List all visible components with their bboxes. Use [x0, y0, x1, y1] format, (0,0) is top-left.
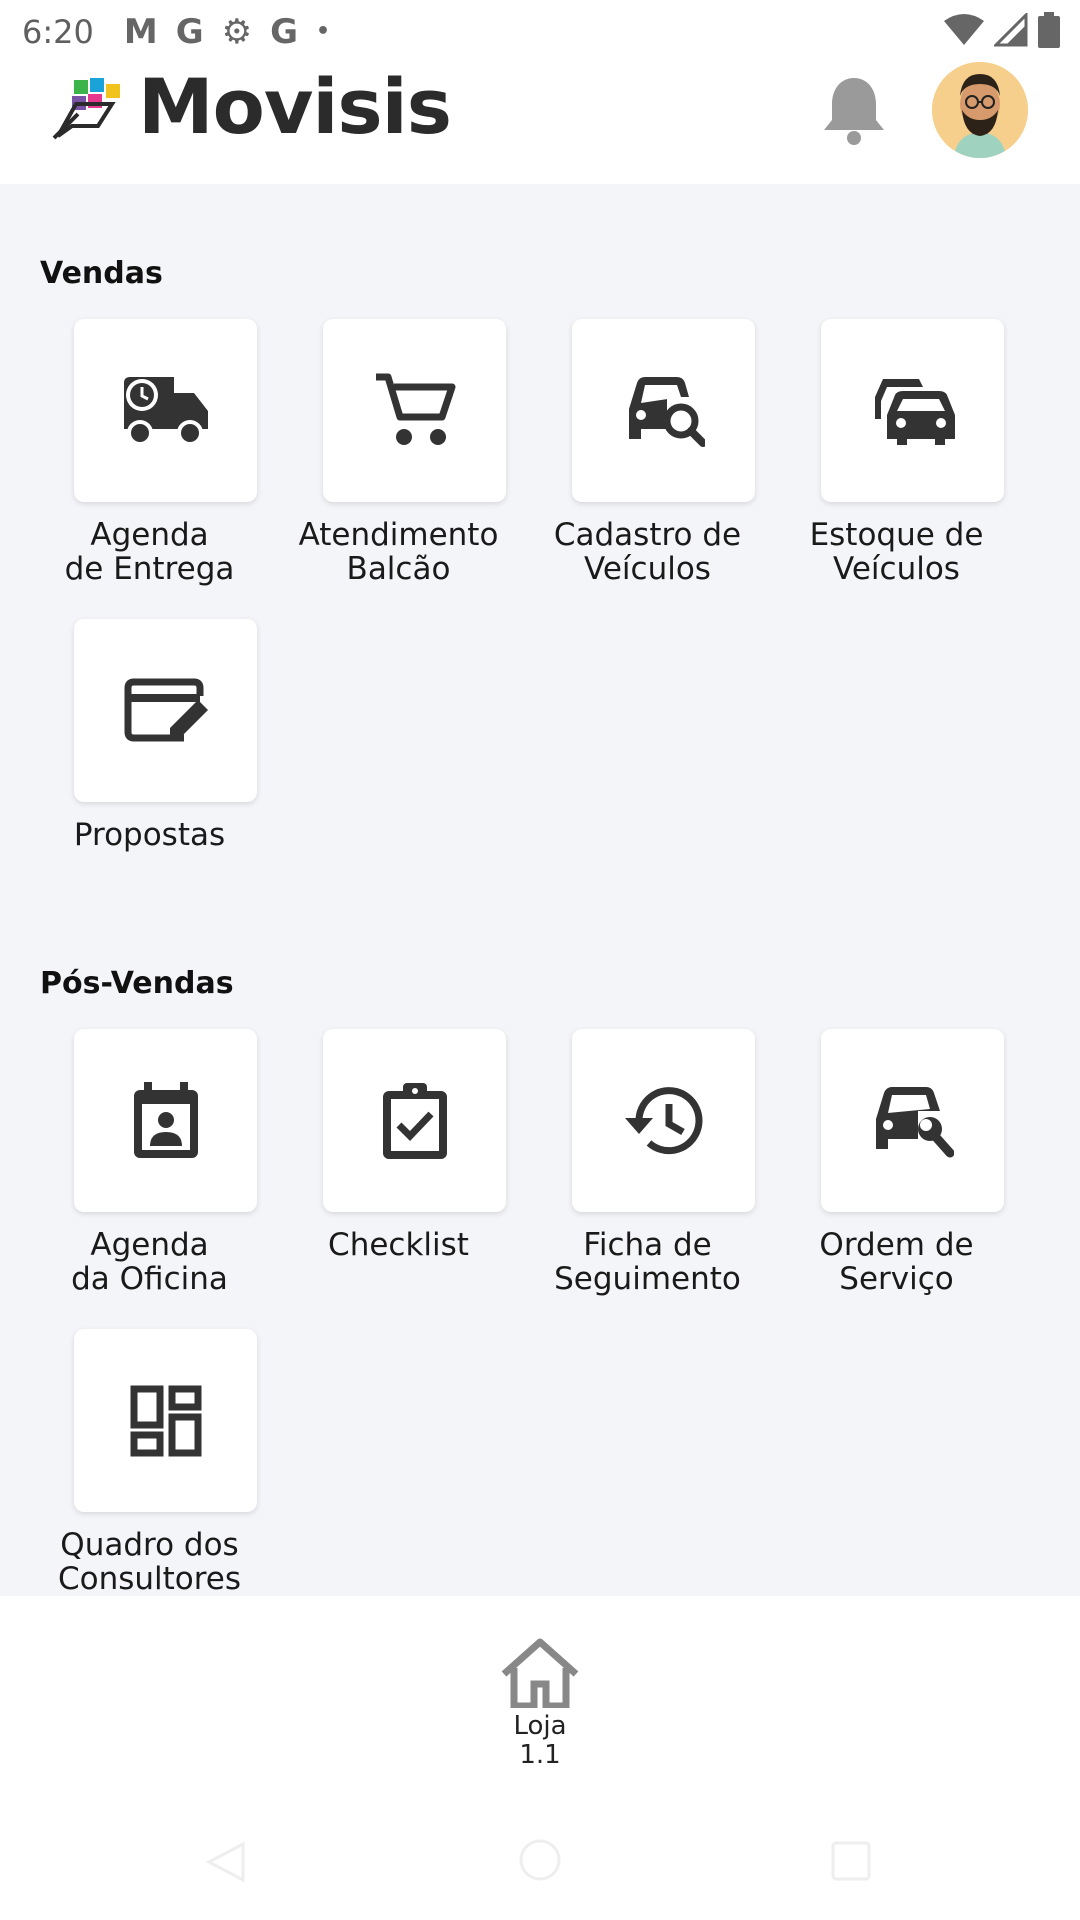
- card-edit-icon: [124, 678, 208, 741]
- tile-icon-box[interactable]: [74, 1329, 257, 1512]
- back-icon[interactable]: [205, 1840, 245, 1884]
- tile-label: Atendimento Balcão: [258, 518, 539, 586]
- tile-icon-box[interactable]: [821, 319, 1004, 502]
- signal-icon: [994, 13, 1028, 47]
- tile-icon-box[interactable]: [74, 319, 257, 502]
- settings-icon: ⚙: [221, 12, 253, 52]
- clipboard-check-icon: [382, 1082, 447, 1159]
- wifi-icon: [944, 14, 984, 45]
- tile-icon-box[interactable]: [74, 619, 257, 802]
- tile-icon-box[interactable]: [74, 1029, 257, 1212]
- tile-agenda-entrega[interactable]: Agenda de Entrega: [25, 319, 275, 586]
- app-logo: Movisis: [52, 62, 452, 151]
- tile-label-line1: Atendimento: [298, 517, 499, 553]
- tile-label-line2: Seguimento: [554, 1261, 741, 1297]
- notifications-button[interactable]: [820, 74, 888, 150]
- movisis-logo-icon: [52, 77, 120, 139]
- google-icon: G: [270, 12, 299, 52]
- tile-icon-box[interactable]: [821, 1029, 1004, 1212]
- tile-icon-box[interactable]: [323, 1029, 506, 1212]
- tile-quadro-consultores[interactable]: Quadro dos Consultores: [25, 1329, 275, 1596]
- tile-icon-box[interactable]: [323, 319, 506, 502]
- tile-label: Ficha de Seguimento: [507, 1228, 788, 1296]
- tile-label: Quadro dos Consultores: [9, 1528, 290, 1596]
- tile-checklist[interactable]: Checklist: [274, 1029, 524, 1262]
- google-icon: G: [175, 12, 204, 52]
- history-icon: [624, 1086, 702, 1154]
- user-avatar[interactable]: [932, 62, 1028, 158]
- tile-label: Agenda de Entrega: [9, 518, 290, 586]
- cars-stack-icon: [874, 378, 955, 445]
- status-bar: 6:20 M G ⚙ G •: [0, 0, 1080, 64]
- tile-label: Ordem de Serviço: [756, 1228, 1037, 1296]
- tile-label-line2: Consultores: [57, 1561, 242, 1596]
- tile-label-line2: da Oficina: [71, 1261, 228, 1297]
- tile-label: Propostas: [9, 818, 290, 852]
- tile-icon-box[interactable]: [572, 1029, 755, 1212]
- tile-estoque-veiculos[interactable]: Estoque de Veículos: [772, 319, 1022, 586]
- tile-label: Cadastro de Veículos: [507, 518, 788, 586]
- nav-home-label-line1: Loja: [513, 1711, 567, 1741]
- tile-agenda-oficina[interactable]: Agenda da Oficina: [25, 1029, 275, 1296]
- home-circle-icon[interactable]: [518, 1838, 562, 1882]
- home-icon: [501, 1638, 579, 1710]
- tile-label-line1: Checklist: [328, 1227, 469, 1263]
- tile-label-line2: Veículos: [833, 551, 960, 587]
- more-dot-icon: •: [316, 19, 331, 44]
- tile-label-line2: de Entrega: [64, 551, 235, 587]
- app-header: Movisis: [0, 56, 1080, 184]
- delivery-truck-icon: [123, 376, 208, 446]
- system-status-icons: [944, 12, 1060, 48]
- gmail-icon: M: [123, 12, 158, 52]
- section-title-vendas: Vendas: [40, 256, 163, 291]
- app-name: Movisis: [138, 62, 452, 151]
- system-navigation-bar: [0, 1816, 1080, 1920]
- car-wrench-icon: [875, 1086, 954, 1157]
- status-time: 6:20: [22, 13, 94, 51]
- avatar-image: [932, 62, 1028, 158]
- tile-label-line2: Veículos: [584, 551, 711, 587]
- recents-icon[interactable]: [830, 1840, 872, 1882]
- tile-label-line1: Propostas: [73, 817, 226, 853]
- tile-label: Estoque de Veículos: [756, 518, 1037, 586]
- notification-icons: M G ⚙ G •: [124, 15, 330, 49]
- bottom-nav: Loja 1.1: [0, 1596, 1080, 1816]
- tile-label-line1: Cadastro de: [553, 517, 742, 553]
- calendar-person-icon: [133, 1081, 198, 1158]
- tile-label-line1: Agenda: [90, 517, 209, 553]
- tile-icon-box[interactable]: [572, 319, 755, 502]
- section-title-pos-vendas: Pós-Vendas: [40, 966, 234, 1001]
- bell-icon: [824, 78, 884, 145]
- nav-home-label-line2: 1.1: [519, 1740, 561, 1770]
- tile-label-line2: Balcão: [346, 551, 451, 587]
- tile-label-line1: Ficha de: [583, 1227, 712, 1263]
- tile-label-line1: Agenda: [90, 1227, 209, 1263]
- shopping-cart-icon: [375, 373, 455, 445]
- tile-ordem-servico[interactable]: Ordem de Serviço: [772, 1029, 1022, 1296]
- battery-icon: [1038, 12, 1060, 48]
- nav-home-loja[interactable]: Loja 1.1: [490, 1638, 590, 1770]
- car-search-icon: [628, 376, 705, 447]
- tile-label: Checklist: [258, 1228, 539, 1262]
- tile-ficha-seguimento[interactable]: Ficha de Seguimento: [523, 1029, 773, 1296]
- tile-label: Agenda da Oficina: [9, 1228, 290, 1296]
- tile-label-line1: Ordem de: [819, 1227, 974, 1263]
- tile-label-line1: Quadro dos: [60, 1527, 239, 1563]
- main-content[interactable]: Vendas Agenda de Entrega Atendimento Bal…: [0, 184, 1080, 1596]
- tile-label-line2: Serviço: [839, 1261, 954, 1297]
- tile-atendimento-balcao[interactable]: Atendimento Balcão: [274, 319, 524, 586]
- tile-propostas[interactable]: Propostas: [25, 619, 275, 852]
- dashboard-icon: [130, 1385, 201, 1456]
- tile-cadastro-veiculos[interactable]: Cadastro de Veículos: [523, 319, 773, 586]
- tile-label-line1: Estoque de: [809, 517, 984, 553]
